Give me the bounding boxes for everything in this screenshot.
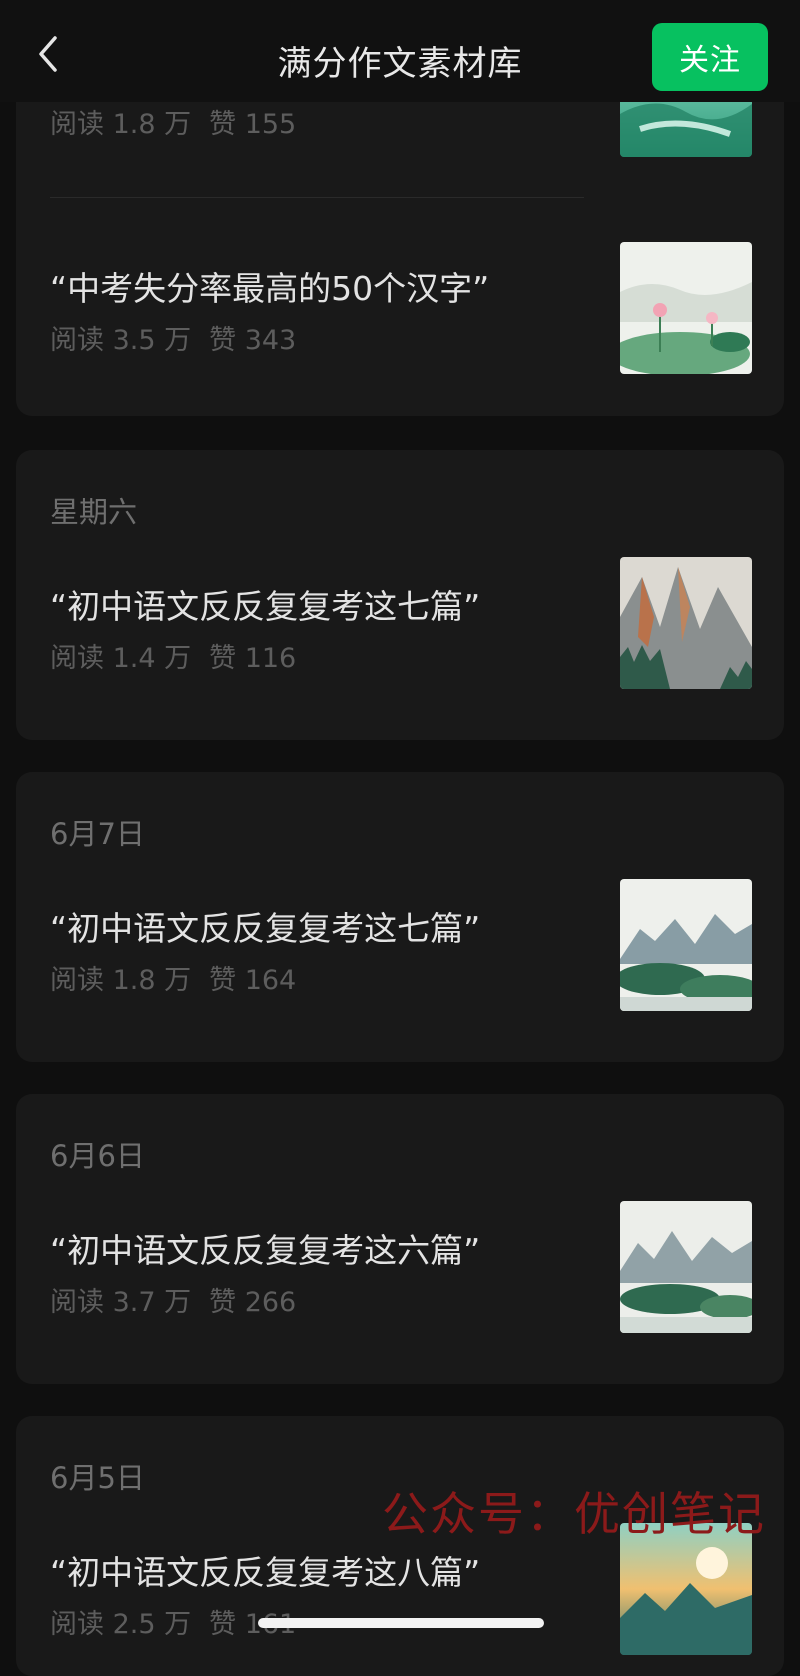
read-count: 阅读 3.7 万 [50,1287,192,1318]
like-count: 赞 155 [209,109,297,140]
article-group-card: 星期六 “初中语文反反复复考这七篇” 阅读 1.4 万赞 116 [16,450,784,740]
read-count: 阅读 1.8 万 [50,109,192,140]
article-title[interactable]: “初中语文反反复复考这七篇” [50,902,480,950]
publish-date: 星期六 [50,495,138,529]
article-stats: 阅读 1.4 万赞 116 [50,636,296,675]
article-stats: 阅读 1.8 万赞 164 [50,958,296,997]
top-nav-bar: 满分作文素材库 关注 [0,0,800,102]
home-indicator[interactable] [258,1618,544,1628]
article-title[interactable]: “中考失分率最高的50个汉字” [50,262,489,310]
article-title[interactable]: “初中语文反反复复考这七篇” [50,580,480,628]
like-count: 赞 116 [209,643,297,674]
article-group-card: 6月7日 “初中语文反反复复考这七篇” 阅读 1.8 万赞 164 [16,772,784,1062]
like-count: 赞 343 [209,325,297,356]
read-count: 阅读 2.5 万 [50,1609,192,1640]
publish-date: 6月6日 [50,1139,145,1173]
mountain-painting-thumbnail[interactable] [620,557,752,689]
follow-button[interactable]: 关注 [652,23,768,91]
article-group-card: 6月5日 “初中语文反反复复考这八篇” 阅读 2.5 万赞 161 [16,1416,784,1676]
like-count: 赞 266 [209,1287,297,1318]
article-stats: 阅读 1.8 万赞 155 [50,102,296,141]
lotus-painting-thumbnail[interactable] [620,242,752,374]
article-group-card: 6月6日 “初中语文反反复复考这六篇” 阅读 3.7 万赞 266 [16,1094,784,1384]
read-count: 阅读 3.5 万 [50,325,192,356]
publish-date: 6月7日 [50,817,145,851]
divider [50,197,584,198]
publish-date: 6月5日 [50,1461,145,1495]
article-title[interactable]: “初中语文反反复复考这八篇” [50,1546,480,1594]
read-count: 阅读 1.4 万 [50,643,192,674]
article-group-card: 阅读 1.8 万赞 155 “中考失分率最高的50个汉字” 阅读 3.5 万赞 … [16,60,784,416]
like-count: 赞 164 [209,965,297,996]
article-stats: 阅读 3.5 万赞 343 [50,318,296,357]
misty-mountains-thumbnail[interactable] [620,879,752,1011]
misty-mountains-thumbnail[interactable] [620,1201,752,1333]
article-stats: 阅读 3.7 万赞 266 [50,1280,296,1319]
read-count: 阅读 1.8 万 [50,965,192,996]
article-title[interactable]: “初中语文反反复复考这六篇” [50,1224,480,1272]
watermark-text: 公众号：优创笔记 [382,1487,766,1541]
